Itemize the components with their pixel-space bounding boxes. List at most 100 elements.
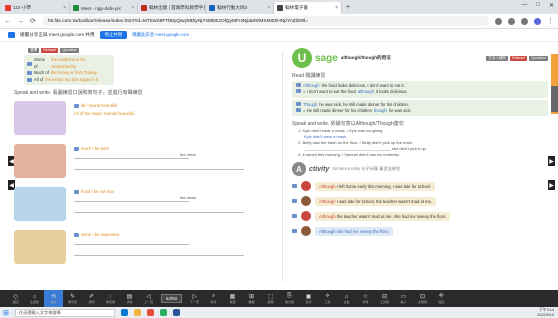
new-tab-button[interactable]: + bbox=[346, 4, 350, 11]
browser-tab[interactable]: 翰林行動大師3 × bbox=[206, 2, 274, 14]
tag[interactable]: Quicklion bbox=[60, 48, 80, 53]
avatar bbox=[301, 181, 311, 192]
toolbar-tool[interactable]: ⎘ 放大鏡 bbox=[280, 290, 299, 307]
windows-start-icon[interactable]: ⊞ bbox=[3, 309, 9, 317]
browser-tab[interactable]: 翰林出版 | 雲端學科教學平台× bbox=[138, 2, 206, 14]
toolbar-tool[interactable]: ⌕ 搜尋 bbox=[204, 290, 223, 307]
chrome-icon[interactable] bbox=[159, 309, 167, 316]
speaker-icon[interactable] bbox=[292, 184, 297, 189]
toolbar-tool[interactable]: ▣ 遮罩 bbox=[299, 290, 318, 307]
answer-line[interactable] bbox=[74, 153, 189, 159]
tag[interactable]: Quicklion bbox=[529, 55, 548, 61]
toolbar-tool[interactable]: ▤ 清除 bbox=[120, 290, 139, 307]
profile-avatar[interactable] bbox=[534, 17, 541, 25]
speaker-icon[interactable] bbox=[74, 232, 79, 237]
maximize-button[interactable]: □ bbox=[536, 2, 540, 9]
speaker-icon[interactable] bbox=[292, 229, 297, 234]
connect-heading: Speak and write. 依據句意以Although/Though連句 bbox=[292, 121, 404, 128]
folder-icon[interactable] bbox=[133, 309, 141, 316]
browser-tab[interactable]: 翰林電子書 × bbox=[274, 2, 342, 14]
taskbar-clock[interactable]: 下午3:14 2022/6/10 bbox=[537, 308, 554, 317]
toolbar-tool[interactable]: ◌ 橡皮擦 bbox=[101, 290, 120, 307]
edge-icon[interactable] bbox=[120, 309, 128, 316]
close-window-button[interactable]: ✕ bbox=[549, 2, 554, 9]
toolbar-tool[interactable]: ⊡ 全螢幕 bbox=[413, 290, 432, 307]
avatar bbox=[301, 211, 311, 222]
side-tab-gray[interactable] bbox=[551, 86, 558, 112]
close-tab-icon[interactable]: × bbox=[267, 5, 270, 11]
tool-icon: ⟲ bbox=[50, 294, 57, 300]
tag[interactable]: 選擇 bbox=[28, 48, 40, 53]
toolbar-tool[interactable]: ◇ 返回 bbox=[6, 290, 25, 307]
tool-icon: ✐ bbox=[88, 294, 95, 300]
toolbar-tool[interactable]: ⊞ 書籤 bbox=[242, 290, 261, 307]
reload-icon[interactable]: ⟳ bbox=[30, 17, 36, 25]
hide-message-link[interactable]: 隱藏此訊息 meet.google.com bbox=[132, 32, 189, 38]
app-icon[interactable] bbox=[146, 309, 154, 316]
exercise-row: hood / be not true the news bbox=[14, 185, 266, 225]
toolbar-tool[interactable]: ☆ 計時 bbox=[356, 290, 375, 307]
toolbar-tool[interactable]: ◁ 上一頁 bbox=[139, 290, 158, 307]
back-icon[interactable]: ← bbox=[4, 18, 11, 25]
speaker-icon[interactable] bbox=[74, 189, 79, 194]
read-box: Though he was sick, he still made dinner… bbox=[292, 99, 548, 117]
speaker-icon[interactable] bbox=[27, 77, 32, 82]
toolbar-tool[interactable]: ✐ 筆刷 bbox=[82, 290, 101, 307]
tool-label: 白板 bbox=[343, 299, 350, 304]
toolbar-tool[interactable]: ✎ 螢光筆 bbox=[63, 290, 82, 307]
speaker-icon[interactable] bbox=[296, 83, 301, 87]
tool-icon: ⬚ bbox=[267, 294, 274, 300]
share-icon[interactable] bbox=[495, 17, 502, 25]
speaker-icon[interactable] bbox=[292, 214, 297, 219]
toolbar-tool[interactable]: ⬚ 截圖 bbox=[261, 290, 280, 307]
toolbar-tool[interactable]: ▭ 縮小 bbox=[394, 290, 413, 307]
exercise-label: all / sound beautiful bbox=[74, 103, 117, 108]
extension-icon[interactable] bbox=[521, 17, 528, 25]
answer-line[interactable] bbox=[74, 196, 189, 202]
answer-line[interactable] bbox=[74, 250, 244, 256]
toolbar-tool[interactable]: ⟡ 工具 bbox=[318, 290, 337, 307]
tab-favicon-icon bbox=[141, 5, 147, 11]
answer-line[interactable] bbox=[74, 164, 244, 170]
taskbar-search[interactable]: 在這裡輸入文字來搜尋 bbox=[14, 308, 115, 317]
minimize-button[interactable]: — bbox=[521, 2, 527, 9]
left-tag-row: 選擇 Reticant Quicklion bbox=[28, 48, 266, 53]
tag[interactable]: Reticant bbox=[510, 55, 528, 61]
speaker-icon[interactable] bbox=[296, 107, 301, 112]
url-field[interactable]: h5.hle.com.tw/toolbar/release/index.html… bbox=[41, 16, 489, 26]
tool-label: 放大鏡 bbox=[284, 300, 294, 304]
speaker-icon[interactable] bbox=[296, 101, 301, 106]
browser-tab[interactable]: Meet - ngp-dafe-prc × bbox=[70, 2, 138, 14]
speaker-icon[interactable] bbox=[74, 103, 79, 108]
close-tab-icon[interactable]: × bbox=[63, 5, 66, 11]
toolbar-tool[interactable]: ⟲ 畫筆 bbox=[44, 290, 63, 307]
toolbar-tool[interactable]: ▷ 下一頁 bbox=[185, 290, 204, 307]
answer-line[interactable] bbox=[74, 239, 189, 245]
speaker-icon[interactable] bbox=[296, 89, 301, 94]
speaker-icon[interactable] bbox=[27, 61, 32, 66]
toolbar-tool[interactable]: ⊟ 工具箱 bbox=[375, 290, 394, 307]
answer-line[interactable] bbox=[74, 207, 244, 213]
speaker-icon[interactable] bbox=[27, 71, 32, 76]
exercise-answer: All of the music sounds beautiful. bbox=[74, 111, 136, 116]
browser-tab[interactable]: 110-小學 × bbox=[2, 2, 70, 14]
bookmark-icon[interactable] bbox=[508, 17, 515, 25]
tag[interactable]: 文法小補充 bbox=[486, 55, 509, 61]
toolbar-tool[interactable]: ⎆ 設定 bbox=[432, 290, 451, 307]
toolbar-tool[interactable]: ⌂ 白板 bbox=[337, 290, 356, 307]
toolbar-tool[interactable]: ▦ 頁面 bbox=[223, 290, 242, 307]
word-icon[interactable] bbox=[172, 309, 180, 316]
toolbar-tool[interactable]: ⌂ 主選單 bbox=[25, 290, 44, 307]
speaker-icon[interactable] bbox=[74, 146, 79, 151]
close-tab-icon[interactable]: × bbox=[335, 5, 338, 11]
forward-icon[interactable]: → bbox=[17, 18, 24, 25]
close-tab-icon[interactable]: × bbox=[131, 5, 134, 11]
tag[interactable]: Reticant bbox=[41, 48, 59, 53]
next-page-arrow-icon[interactable]: ▶ bbox=[548, 156, 555, 166]
menu-icon[interactable]: ⋮ bbox=[547, 17, 554, 25]
page-number-field[interactable]: 52/93 bbox=[161, 294, 182, 303]
next-page-arrow-icon-2[interactable]: ▶ bbox=[548, 180, 555, 190]
stop-share-button[interactable]: 停止共用 bbox=[99, 31, 128, 39]
speaker-icon[interactable] bbox=[292, 199, 297, 204]
tool-icon: ✎ bbox=[69, 294, 76, 300]
